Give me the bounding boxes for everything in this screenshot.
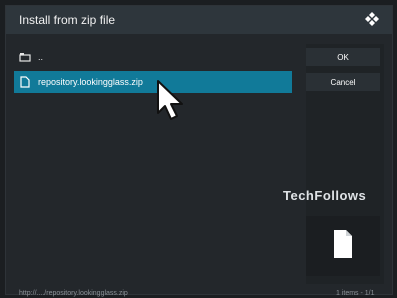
zip-file-icon <box>18 76 32 88</box>
list-item-parent-folder[interactable]: .. <box>14 46 292 68</box>
file-icon <box>332 229 354 264</box>
kodi-logo-icon <box>364 11 380 27</box>
side-panel: OK Cancel <box>306 44 384 284</box>
dialog-title: Install from zip file <box>19 13 116 27</box>
cancel-button[interactable]: Cancel <box>306 73 380 91</box>
file-preview <box>306 216 380 276</box>
dialog-titlebar: Install from zip file <box>6 6 392 34</box>
watermark-text: TechFollows <box>283 188 367 203</box>
footer-path: http://..../repository.lookingglass.zip <box>19 290 128 297</box>
list-item-label: .. <box>38 52 44 62</box>
install-from-zip-dialog: Install from zip file .. repository.look… <box>5 5 393 297</box>
footer-item-count: 1 items - 1/1 <box>336 290 375 297</box>
mouse-cursor-icon <box>157 80 183 120</box>
list-item-label: repository.lookingglass.zip <box>38 77 143 87</box>
parent-folder-icon <box>18 51 32 63</box>
ok-button[interactable]: OK <box>306 48 380 66</box>
